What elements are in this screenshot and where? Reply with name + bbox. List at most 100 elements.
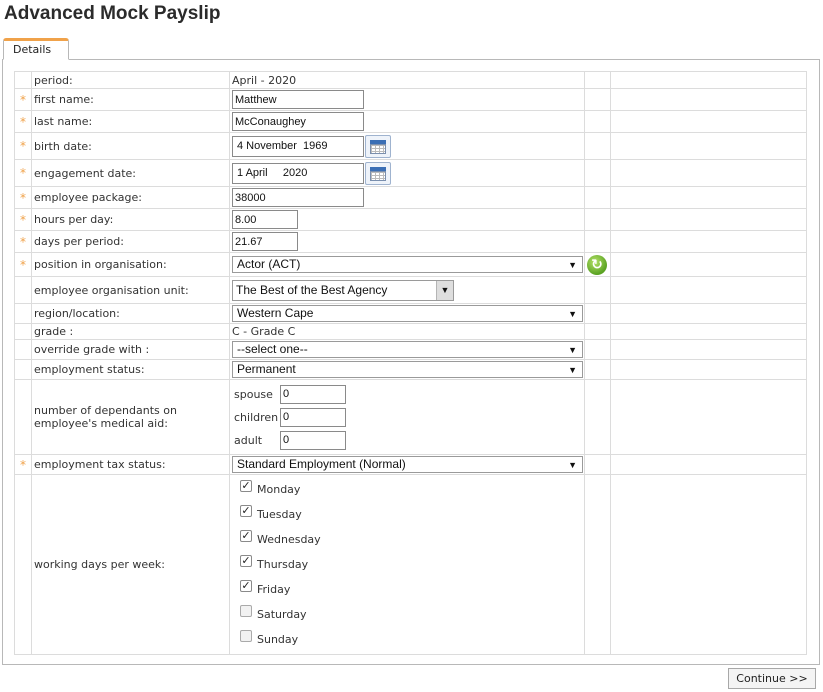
required-marker: * — [14, 88, 32, 111]
required-marker: * — [14, 159, 32, 187]
saturday-checkbox[interactable] — [240, 605, 252, 617]
day-label: Monday — [257, 483, 301, 496]
row-engagement-date: * engagement date: — [14, 159, 807, 187]
grade-label: grade : — [31, 323, 230, 340]
children-field[interactable] — [280, 407, 346, 427]
calendar-icon[interactable] — [365, 134, 391, 158]
day-label: Wednesday — [257, 533, 321, 546]
org-unit-label: employee organisation unit: — [31, 276, 230, 304]
tax-status-label: employment tax status: — [31, 454, 230, 475]
row-hours-per-day: * hours per day: — [14, 208, 807, 231]
adult-field[interactable] — [280, 430, 346, 450]
chevron-down-icon: ▼ — [568, 260, 577, 270]
required-marker: * — [14, 110, 32, 133]
required-marker: * — [14, 186, 32, 209]
period-value: April - 2020 — [232, 73, 297, 87]
row-position: * position in organisation: Actor (ACT) ▼… — [14, 252, 807, 277]
working-days-label: working days per week: — [31, 474, 230, 655]
wednesday-checkbox[interactable]: ✓ — [240, 530, 252, 542]
row-tax-status: * employment tax status: Standard Employ… — [14, 454, 807, 475]
row-employee-package: * employee package: — [14, 186, 807, 209]
last-name-field[interactable] — [232, 112, 364, 131]
engagement-date-label: engagement date: — [31, 159, 230, 187]
chevron-down-icon: ▼ — [436, 280, 453, 300]
thursday-checkbox[interactable]: ✓ — [240, 555, 252, 567]
last-name-label: last name: — [31, 110, 230, 133]
required-marker: * — [14, 132, 32, 160]
required-marker: * — [14, 230, 32, 253]
page-title: Advanced Mock Payslip — [4, 3, 221, 24]
row-grade: grade : C - Grade C — [14, 323, 807, 340]
day-label: Friday — [257, 583, 291, 596]
row-employment-status: employment status: Permanent ▼ — [14, 359, 807, 380]
employee-package-label: employee package: — [31, 186, 230, 209]
region-select[interactable]: Western Cape ▼ — [232, 305, 583, 322]
hours-per-day-label: hours per day: — [31, 208, 230, 231]
spouse-field[interactable] — [280, 384, 346, 404]
row-dependants: number of dependants on employee's medic… — [14, 379, 807, 455]
row-last-name: * last name: — [14, 110, 807, 133]
row-region: region/location: Western Cape ▼ — [14, 303, 807, 324]
tax-status-select[interactable]: Standard Employment (Normal) ▼ — [232, 456, 583, 473]
refresh-icon[interactable]: ↻ — [587, 254, 607, 275]
birth-date-label: birth date: — [31, 132, 230, 160]
day-checkbox-row: ✓ Wednesday — [232, 527, 584, 552]
tuesday-checkbox[interactable]: ✓ — [240, 505, 252, 517]
sunday-checkbox[interactable] — [240, 630, 252, 642]
day-checkbox-row: ✓ Friday — [232, 577, 584, 602]
day-checkbox-row: ✓ Monday — [232, 477, 584, 502]
calendar-icon[interactable] — [365, 161, 391, 185]
children-row: children — [232, 406, 584, 429]
position-label: position in organisation: — [31, 252, 230, 277]
birth-date-field[interactable] — [232, 135, 364, 157]
day-label: Saturday — [257, 608, 307, 621]
day-checkbox-row: Sunday — [232, 627, 584, 652]
first-name-field[interactable] — [232, 90, 364, 109]
employee-package-field[interactable] — [232, 188, 364, 207]
chevron-down-icon: ▼ — [568, 309, 577, 319]
chevron-down-icon: ▼ — [568, 460, 577, 470]
region-label: region/location: — [31, 303, 230, 324]
dependants-label: number of dependants on employee's medic… — [31, 379, 230, 455]
chevron-down-icon: ▼ — [568, 345, 577, 355]
day-label: Sunday — [257, 633, 299, 646]
override-grade-select[interactable]: --select one-- ▼ — [232, 341, 583, 358]
days-per-period-field[interactable] — [232, 232, 298, 251]
adult-label: adult — [234, 433, 263, 447]
override-grade-label: override grade with : — [31, 339, 230, 360]
row-first-name: * first name: — [14, 88, 807, 111]
org-unit-select[interactable]: The Best of the Best Agency ▼ — [232, 279, 454, 301]
grade-value: C - Grade C — [232, 325, 296, 338]
spouse-row: spouse — [232, 383, 584, 406]
required-marker: * — [14, 252, 32, 277]
day-label: Thursday — [257, 558, 309, 571]
tab-details[interactable]: Details — [3, 38, 69, 60]
continue-button[interactable]: Continue >> — [728, 668, 816, 689]
first-name-label: first name: — [31, 88, 230, 111]
period-label: period: — [31, 71, 230, 89]
row-birth-date: * birth date: — [14, 132, 807, 160]
children-label: children — [234, 410, 279, 424]
row-days-per-period: * days per period: — [14, 230, 807, 253]
hours-per-day-field[interactable] — [232, 210, 298, 229]
row-org-unit: employee organisation unit: The Best of … — [14, 276, 807, 304]
payslip-form: period: April - 2020 * first name: * las… — [14, 71, 807, 655]
spouse-label: spouse — [234, 387, 273, 401]
row-period: period: April - 2020 — [14, 71, 807, 89]
adult-row: adult — [232, 429, 584, 452]
day-label: Tuesday — [257, 508, 302, 521]
day-checkbox-row: ✓ Tuesday — [232, 502, 584, 527]
required-marker: * — [14, 454, 32, 475]
days-per-period-label: days per period: — [31, 230, 230, 253]
day-checkbox-row: ✓ Thursday — [232, 552, 584, 577]
employment-status-select[interactable]: Permanent ▼ — [232, 361, 583, 378]
day-checkbox-row: Saturday — [232, 602, 584, 627]
employment-status-label: employment status: — [31, 359, 230, 380]
friday-checkbox[interactable]: ✓ — [240, 580, 252, 592]
row-working-days: working days per week: ✓ Monday ✓ Tuesday … — [14, 474, 807, 655]
row-override-grade: override grade with : --select one-- ▼ — [14, 339, 807, 360]
monday-checkbox[interactable]: ✓ — [240, 480, 252, 492]
chevron-down-icon: ▼ — [568, 365, 577, 375]
position-select[interactable]: Actor (ACT) ▼ — [232, 256, 583, 273]
engagement-date-field[interactable] — [232, 162, 364, 184]
